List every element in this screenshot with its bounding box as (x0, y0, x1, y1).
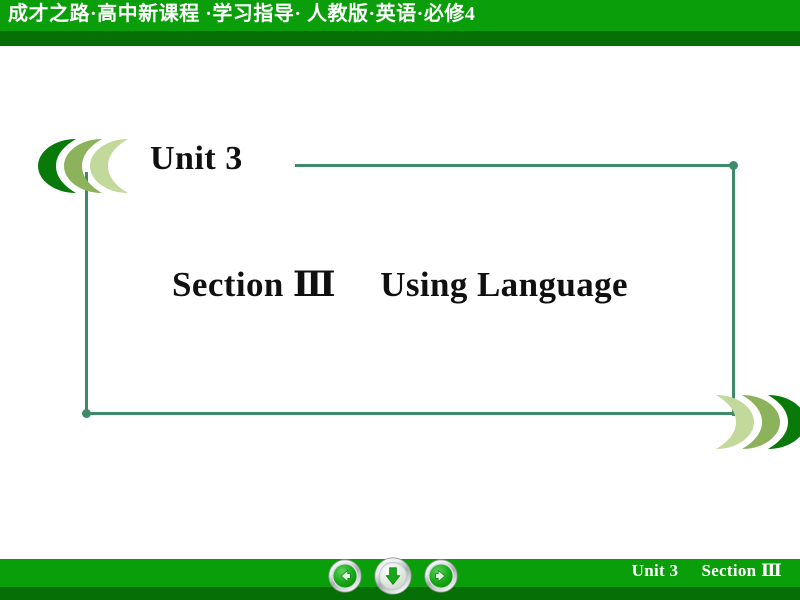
section-title: Section Ⅲ Using Language (0, 264, 800, 305)
next-slide-button[interactable] (424, 559, 458, 593)
presentation-slide: 成才之路·高中新课程 ·学习指导· 人教版·英语·必修4 Unit 3 Sect… (0, 0, 800, 600)
footer-label: Unit 3 Section Ⅲ (632, 561, 782, 581)
frame-corner-dot-top-right (729, 161, 738, 170)
section-topic: Using Language (380, 265, 628, 304)
unit-label: Unit 3 (150, 140, 243, 177)
chevron-light (90, 139, 128, 193)
frame-line-top (295, 164, 735, 167)
footer-unit-label: Unit 3 (631, 561, 679, 580)
down-slide-button[interactable] (374, 557, 412, 595)
frame-corner-dot-bottom-left (82, 409, 91, 418)
frame-line-bottom (85, 412, 735, 415)
section-label: Section Ⅲ (172, 265, 336, 304)
header-band-dark (0, 31, 800, 46)
triple-chevron-left-decoration (36, 136, 156, 196)
header-title: 成才之路·高中新课程 ·学习指导· 人教版·英语·必修4 (8, 3, 476, 25)
footer-section-label: Section Ⅲ (701, 561, 782, 580)
header-band: 成才之路·高中新课程 ·学习指导· 人教版·英语·必修4 (0, 0, 800, 46)
previous-slide-button[interactable] (328, 559, 362, 593)
triple-chevron-right-decoration (688, 392, 800, 452)
arrow-right-icon (424, 559, 458, 593)
slide-navigation-controls (328, 557, 464, 597)
arrow-left-icon (328, 559, 362, 593)
chevron-light (716, 395, 754, 449)
arrow-down-icon (374, 557, 412, 595)
